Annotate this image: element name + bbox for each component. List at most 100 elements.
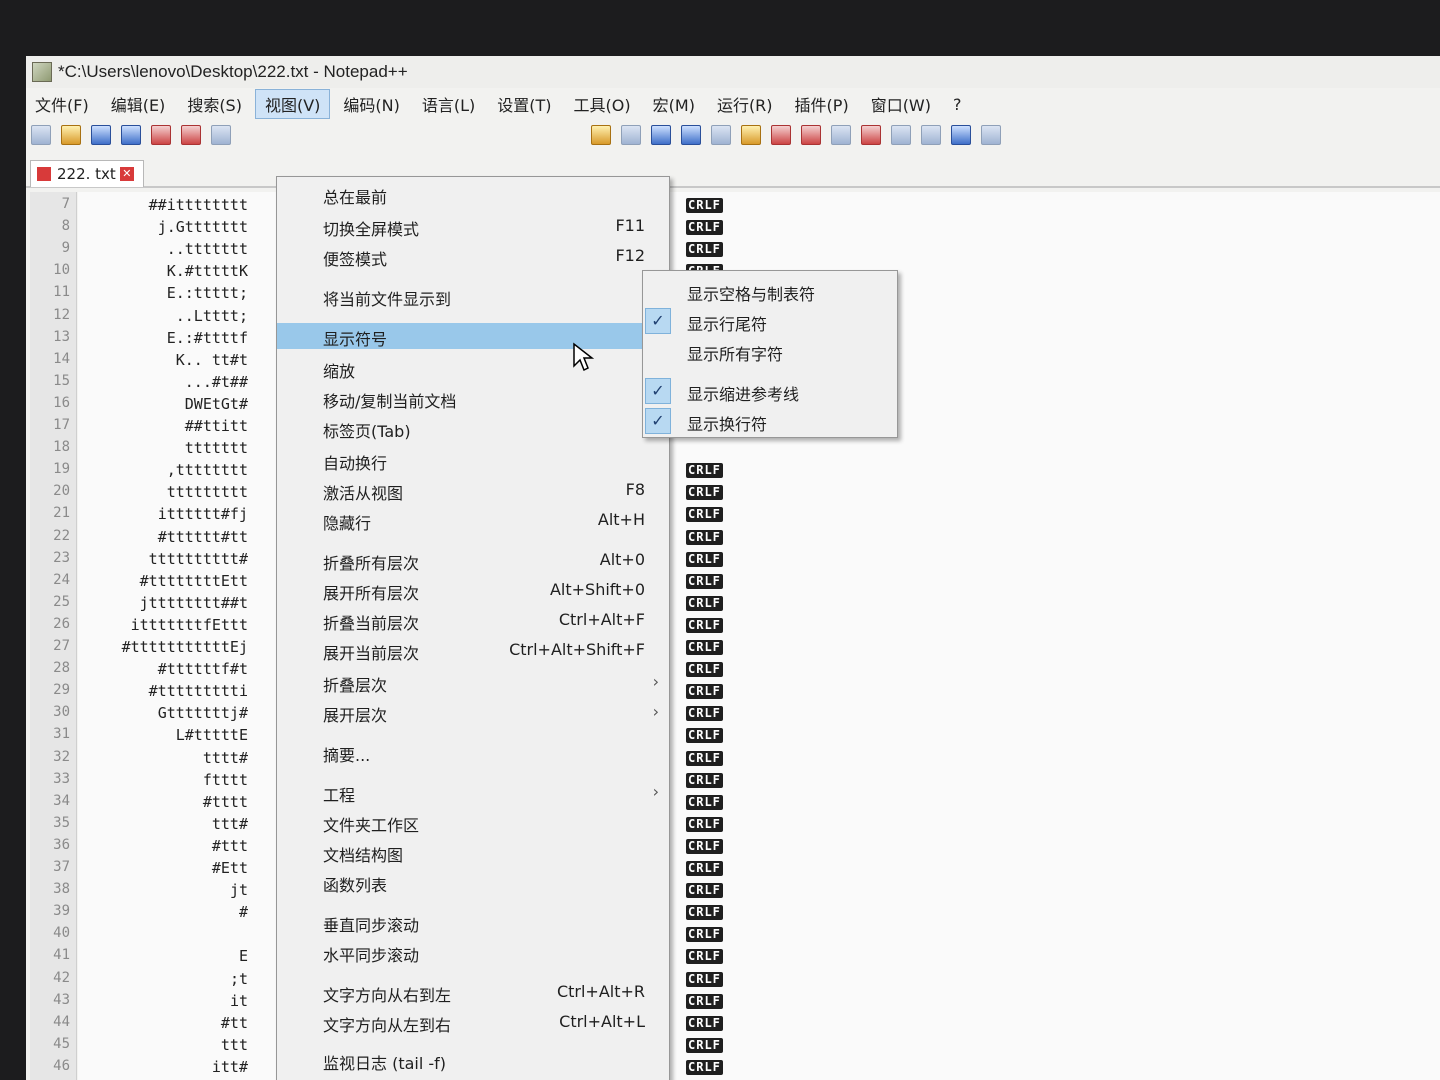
show-symbol-item[interactable]: ✓ 显示行尾符	[643, 307, 897, 335]
view-menu-item[interactable]: 文字方向从右到左 Ctrl+Alt+R	[277, 979, 669, 1005]
line-number: 37	[53, 859, 70, 875]
folder-workspace-icon[interactable]	[801, 125, 821, 145]
view-menu-item[interactable]: 移动/复制当前文档›	[277, 385, 669, 411]
line-number: 30	[53, 704, 70, 721]
code-line: K.. tt#t	[175, 350, 248, 369]
line-number: 15	[53, 372, 70, 389]
view-menu-item[interactable]: 垂直同步滚动	[277, 909, 669, 935]
close-all-icon[interactable]	[181, 125, 201, 145]
view-menu-item[interactable]: 文档结构图	[277, 839, 669, 865]
view-menu-item-label: 便签模式	[323, 250, 388, 269]
view-menu-item[interactable]: 折叠所有层次 Alt+0	[277, 547, 669, 573]
view-menu-item[interactable]: 函数列表	[277, 869, 669, 895]
view-menu-item-shortcut: Alt+0	[599, 550, 645, 569]
view-menu-item-label: 工程	[323, 786, 356, 805]
view-menu-item[interactable]: 文字方向从左到右 Ctrl+Alt+L	[277, 1009, 669, 1035]
view-menu-item[interactable]: 折叠层次 ›	[277, 669, 669, 695]
view-menu-item-label: 文字方向从右到左	[323, 986, 452, 1005]
function-list-icon[interactable]	[771, 125, 791, 145]
code-line: ..ttttttt	[166, 240, 248, 259]
menu-macro[interactable]: 宏(M)	[644, 90, 704, 118]
view-menu-item[interactable]: 展开所有层次 Alt+Shift+0	[277, 577, 669, 603]
view-menu-item[interactable]: 文件夹工作区	[277, 809, 669, 835]
menu-tools[interactable]: 工具(O)	[565, 90, 640, 118]
new-file-icon[interactable]	[31, 125, 51, 145]
tab-222-txt[interactable]: 222. txt ✕	[30, 160, 144, 187]
show-symbol-item[interactable]: 显示所有字符	[643, 337, 897, 365]
show-all-chars-icon[interactable]	[651, 125, 671, 145]
menu-edit[interactable]: 编辑(E)	[102, 90, 175, 118]
code-line: #tttt	[202, 792, 248, 811]
save-icon[interactable]	[91, 125, 111, 145]
view-menu-item[interactable]: 便签模式 F12	[277, 243, 669, 269]
doc-map-icon[interactable]	[741, 125, 761, 145]
code-line: E.:ttttt;	[166, 284, 248, 303]
view-menu-item[interactable]: 激活从视图 F8	[277, 477, 669, 503]
view-menu-item[interactable]: 总在最前	[277, 181, 669, 207]
view-menu-item-label: 垂直同步滚动	[323, 916, 420, 935]
crlf-symbol: CRLF	[686, 750, 723, 766]
zoom-icon[interactable]	[591, 125, 611, 145]
udl-icon[interactable]	[711, 125, 731, 145]
view-menu-item[interactable]: 标签页(Tab)›	[277, 415, 669, 441]
play-macro-icon[interactable]	[921, 125, 941, 145]
show-symbol-item[interactable]: ✓ 显示换行符	[643, 407, 897, 435]
show-symbol-item-label: 显示行尾符	[687, 315, 768, 334]
record-macro-icon[interactable]	[861, 125, 881, 145]
view-menu-item-label: 缩放	[323, 362, 356, 381]
crlf-symbol: CRLF	[686, 220, 723, 236]
show-symbol-item[interactable]: 显示空格与制表符	[643, 277, 897, 305]
code-line: ##ttitt	[184, 417, 248, 435]
menu-encoding[interactable]: 编码(N)	[334, 90, 408, 118]
show-symbol-submenu: 显示空格与制表符 ✓ 显示行尾符 显示所有字符 ✓ 显示缩进参考线 ✓ 显示换行符	[642, 270, 898, 438]
view-menu-item[interactable]: 工程 ›	[277, 779, 669, 805]
crlf-symbol: CRLF	[686, 573, 723, 589]
view-menu-item[interactable]: 展开层次 ›	[277, 699, 669, 725]
close-tab-icon[interactable]: ✕	[119, 167, 134, 181]
code-line: #ttt	[211, 836, 248, 855]
line-number: 7	[61, 196, 70, 212]
view-menu-item[interactable]: 隐藏行 Alt+H	[277, 507, 669, 533]
menu-window[interactable]: 窗口(W)	[862, 90, 940, 118]
menu-plugins[interactable]: 插件(P)	[786, 90, 858, 118]
word-wrap-icon[interactable]	[621, 125, 641, 145]
save-macro-icon[interactable]	[981, 125, 1001, 145]
code-line: jt	[229, 881, 248, 900]
menu-language[interactable]: 语言(L)	[413, 90, 484, 118]
print-icon[interactable]	[211, 125, 231, 145]
mouse-pointer-icon	[573, 342, 594, 372]
menu-run[interactable]: 运行(R)	[708, 90, 782, 118]
view-menu-item[interactable]: 自动换行	[277, 447, 669, 473]
code-line: itttttt#fj	[157, 505, 248, 524]
view-menu-item[interactable]: 水平同步滚动	[277, 939, 669, 965]
view-menu-item[interactable]: 显示符号›	[277, 323, 669, 349]
monitoring-icon[interactable]	[831, 125, 851, 145]
show-symbol-item[interactable]: ✓ 显示缩进参考线	[643, 377, 897, 405]
crlf-symbol: CRLF	[686, 927, 723, 943]
view-menu-item[interactable]: 折叠当前层次 Ctrl+Alt+F	[277, 607, 669, 633]
view-menu-item[interactable]: 缩放›	[277, 355, 669, 381]
menu-help[interactable]: ?	[944, 93, 971, 116]
view-menu-item-label: 展开层次	[323, 706, 388, 725]
line-number: 17	[53, 417, 70, 433]
line-number: 29	[53, 682, 70, 699]
view-menu-item[interactable]: 将当前文件显示到›	[277, 283, 669, 309]
view-menu-item[interactable]: 摘要...	[277, 739, 669, 765]
crlf-symbol: CRLF	[686, 993, 723, 1009]
menu-settings[interactable]: 设置(T)	[488, 90, 560, 118]
view-menu-item[interactable]: 切换全屏模式 F11	[277, 213, 669, 239]
open-folder-icon[interactable]	[61, 125, 81, 145]
menu-view[interactable]: 视图(V)	[254, 89, 331, 119]
indent-guide-icon[interactable]	[681, 125, 701, 145]
save-all-icon[interactable]	[121, 125, 141, 145]
view-menu-item[interactable]: 展开当前层次 Ctrl+Alt+Shift+F	[277, 637, 669, 663]
run-macro-multiple-icon[interactable]	[951, 125, 971, 145]
view-menu-item[interactable]: 监视日志 (tail -f)	[277, 1047, 669, 1073]
close-file-icon[interactable]	[151, 125, 171, 145]
crlf-symbol: CRLF	[686, 463, 723, 479]
menu-file[interactable]: 文件(F)	[26, 90, 98, 118]
line-number: 45	[53, 1035, 70, 1052]
line-number: 46	[53, 1057, 70, 1074]
stop-macro-icon[interactable]	[891, 125, 911, 145]
menu-search[interactable]: 搜索(S)	[178, 90, 251, 118]
